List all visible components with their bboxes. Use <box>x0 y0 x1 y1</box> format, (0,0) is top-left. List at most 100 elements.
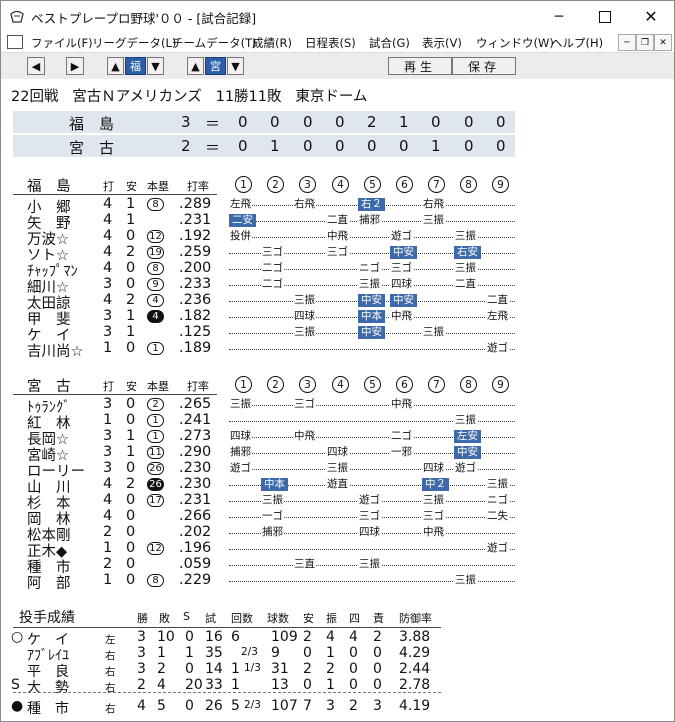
at-bats: 3 <box>103 444 113 460</box>
at-bat-result: 中２ <box>422 478 449 491</box>
inning-number: 4 <box>332 376 349 393</box>
maximize-button[interactable] <box>582 1 628 32</box>
home-runs: 12 <box>147 230 164 243</box>
team2-down-button[interactable]: ▼ <box>227 57 244 75</box>
menu-league-data[interactable]: リーグデータ(L) <box>92 35 176 51</box>
at-bat-result: 右２ <box>358 198 385 211</box>
pitching-col-header: 防御率 <box>399 612 432 625</box>
close-button[interactable]: ✕ <box>628 1 674 32</box>
mdi-restore-icon[interactable]: ❐ <box>636 34 654 51</box>
inning-score: 0 <box>496 113 506 131</box>
batting-average: .200 <box>179 260 212 276</box>
at-bat-result: 遊ゴ <box>390 230 413 243</box>
minimize-button[interactable]: ─ <box>536 1 582 32</box>
at-bat-result: 三振 <box>454 262 477 275</box>
header-divider <box>13 394 217 395</box>
innings-fraction: 2/3 <box>244 699 261 711</box>
inning-number: 9 <box>492 376 509 393</box>
home-runs: 19 <box>147 246 164 259</box>
inning-score: 1 <box>431 137 441 155</box>
save-button[interactable]: 保存 <box>452 57 516 75</box>
batting-average: .182 <box>179 308 212 324</box>
pitching-w: 2 <box>137 677 146 693</box>
scoreboard-runs: 3 <box>181 113 191 131</box>
pitching-ip: 1 <box>231 677 240 693</box>
mdi-minimize-icon[interactable]: ─ <box>618 34 636 51</box>
at-bat-line <box>229 549 515 550</box>
hits: 2 <box>126 244 136 260</box>
pitching-ip: 6 <box>231 629 240 645</box>
col-header-hr: 本塁 <box>147 180 169 193</box>
inning-number: 6 <box>396 176 413 193</box>
team1-select[interactable]: 福 <box>125 57 146 75</box>
inning-number: 5 <box>364 376 381 393</box>
batting-average: .231 <box>179 212 212 228</box>
batting-average: .236 <box>179 292 212 308</box>
prev-game-button[interactable]: ◀ <box>27 57 45 75</box>
inning-score: 0 <box>464 137 474 155</box>
menu-schedule[interactable]: 日程表(S) <box>305 35 356 51</box>
at-bat-result: 中飛 <box>422 526 445 539</box>
pitching-bb: 0 <box>349 677 358 693</box>
hits: 1 <box>126 308 136 324</box>
at-bat-result: ニゴ <box>358 262 381 275</box>
pitching-g: 16 <box>205 629 223 645</box>
at-bat-result: 中飛 <box>390 310 413 323</box>
at-bat-result: 二安 <box>229 214 256 227</box>
batting-average: .241 <box>179 412 212 428</box>
at-bat-line <box>229 349 515 350</box>
inning-score: 0 <box>431 113 441 131</box>
inning-number: 4 <box>332 176 349 193</box>
menu-window[interactable]: ウィンドウ(W) <box>476 35 554 51</box>
team2-select[interactable]: 宮 <box>205 57 226 75</box>
pitching-title: 投手成績 <box>19 610 75 626</box>
batting-average: .231 <box>179 492 212 508</box>
at-bat-result: 二ゴ <box>261 278 284 291</box>
at-bats: 3 <box>103 460 113 476</box>
pitcher-name: 大 勢 <box>27 680 69 696</box>
document-icon[interactable] <box>7 35 23 49</box>
menu-team-data[interactable]: チームデータ(T) <box>172 35 257 51</box>
hits: 0 <box>126 540 136 556</box>
player-name: 吉川尚☆ <box>27 344 84 360</box>
venue: 東京ドーム <box>295 89 368 105</box>
pitching-divider <box>13 692 441 693</box>
team2-up-button[interactable]: ▲ <box>187 57 204 75</box>
menu-file[interactable]: ファイル(F) <box>31 35 93 51</box>
menu-game[interactable]: 試合(G) <box>369 35 410 51</box>
team1-down-button[interactable]: ▼ <box>147 57 164 75</box>
pitching-k: 1 <box>326 645 335 661</box>
menu-stats[interactable]: 成績(R) <box>252 35 292 51</box>
replay-button[interactable]: 再生 <box>388 57 452 75</box>
pitching-col-header: 球数 <box>267 612 289 625</box>
throwing-hand: 左 <box>105 634 116 646</box>
app-window: ベストプレープロ野球'００ - [試合記録] ─ ✕ ファイル(F) リーグデー… <box>0 0 675 722</box>
at-bat-result: 中安 <box>390 294 417 307</box>
inning-number: 8 <box>460 376 477 393</box>
toolbar: ◀ ▶ ▲ 福 ▼ ▲ 宮 ▼ 再生 保存 <box>1 52 674 80</box>
col-header-avg: 打率 <box>187 380 209 393</box>
inning-score: 0 <box>399 137 409 155</box>
team1-up-button[interactable]: ▲ <box>107 57 124 75</box>
at-bat-result: 右飛 <box>293 198 316 211</box>
at-bat-result: 三ゴ <box>390 262 413 275</box>
at-bats: 3 <box>103 324 113 340</box>
next-game-button[interactable]: ▶ <box>66 57 84 75</box>
at-bats: 4 <box>103 292 113 308</box>
pitching-k: 2 <box>326 661 335 677</box>
home-runs: 8 <box>147 574 164 587</box>
equals-sign: ＝ <box>205 115 221 133</box>
menu-view[interactable]: 表示(V) <box>422 35 462 51</box>
mdi-close-icon[interactable]: ✕ <box>654 34 672 51</box>
at-bat-result: 遊ゴ <box>486 542 509 555</box>
menu-help[interactable]: ヘルプ(H) <box>551 35 603 51</box>
at-bat-result: 三振 <box>454 574 477 587</box>
at-bat-result: 二失 <box>486 510 509 523</box>
pitching-er: 0 <box>373 661 382 677</box>
decision-mark: ● <box>11 698 24 714</box>
window-title: ベストプレープロ野球'００ - [試合記録] <box>31 11 257 26</box>
at-bat-result: 四球 <box>326 446 349 459</box>
batting-average: .189 <box>179 340 212 356</box>
at-bat-result: 三振 <box>326 462 349 475</box>
batting-average: .125 <box>179 324 212 340</box>
